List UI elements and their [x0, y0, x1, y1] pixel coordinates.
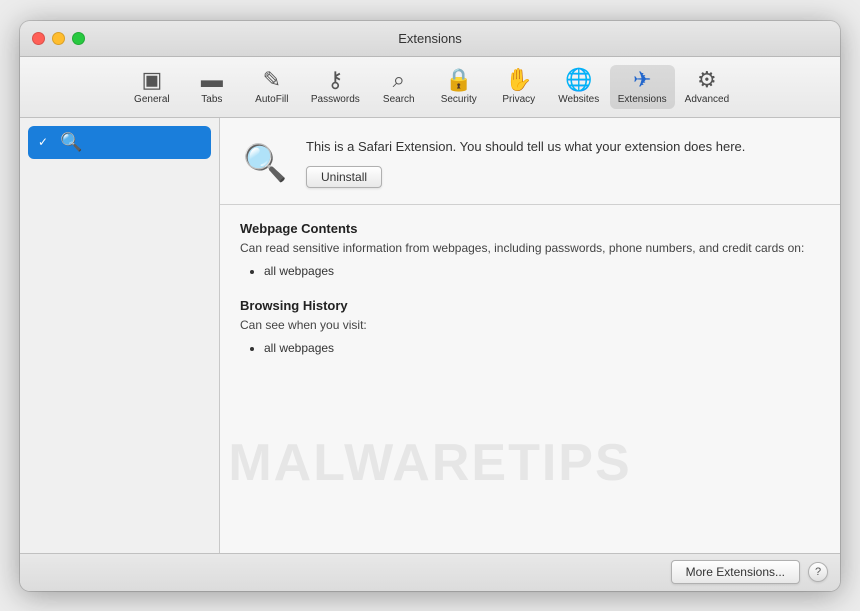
general-icon: ▣: [141, 69, 162, 91]
toolbar-item-tabs[interactable]: ▬ Tabs: [183, 65, 241, 109]
permission-history-title: Browsing History: [240, 298, 820, 313]
toolbar-item-autofill[interactable]: ✎ AutoFill: [243, 65, 301, 109]
toolbar-item-privacy[interactable]: ✋ Privacy: [490, 65, 548, 109]
search-icon: ⌕: [393, 69, 405, 91]
permission-webpage-desc: Can read sensitive information from webp…: [240, 240, 820, 257]
uninstall-button[interactable]: Uninstall: [306, 166, 382, 188]
permission-browsing-history: Browsing History Can see when you visit:…: [240, 298, 820, 359]
detail-panel: 🔍 This is a Safari Extension. You should…: [220, 118, 840, 553]
permission-history-list: all webpages: [240, 339, 820, 358]
main-window: Extensions ▣ General ▬ Tabs ✎ AutoFill ⚷…: [20, 21, 840, 591]
ext-icon-small: 🔍: [60, 132, 82, 153]
websites-icon: 🌐: [565, 69, 592, 91]
privacy-label: Privacy: [502, 94, 535, 105]
general-label: General: [134, 94, 170, 105]
passwords-label: Passwords: [311, 94, 360, 105]
tabs-icon: ▬: [201, 69, 223, 91]
ext-info: This is a Safari Extension. You should t…: [306, 138, 820, 188]
permission-webpage-list: all webpages: [240, 262, 820, 281]
toolbar-item-search[interactable]: ⌕ Search: [370, 65, 428, 109]
help-button[interactable]: ?: [808, 562, 828, 582]
main-content: MALWARETIPS ✓ 🔍 🔍 This is a Safari Exten…: [20, 118, 840, 553]
ext-big-icon: 🔍: [240, 138, 290, 188]
check-icon: ✓: [38, 135, 52, 149]
extension-body: Webpage Contents Can read sensitive info…: [220, 205, 840, 553]
extensions-label: Extensions: [618, 94, 667, 105]
toolbar-item-general[interactable]: ▣ General: [123, 65, 181, 109]
permission-webpage-contents: Webpage Contents Can read sensitive info…: [240, 221, 820, 282]
window-title: Extensions: [398, 31, 462, 46]
advanced-icon: ⚙: [697, 69, 717, 91]
sidebar: ✓ 🔍: [20, 118, 220, 553]
toolbar-item-advanced[interactable]: ⚙ Advanced: [677, 65, 737, 109]
toolbar-item-security[interactable]: 🔒 Security: [430, 65, 488, 109]
ext-description: This is a Safari Extension. You should t…: [306, 138, 820, 156]
minimize-button[interactable]: [52, 32, 65, 45]
extension-header: 🔍 This is a Safari Extension. You should…: [220, 118, 840, 205]
extensions-icon: ✈: [633, 69, 651, 91]
tabs-label: Tabs: [201, 94, 222, 105]
sidebar-item-search-ext[interactable]: ✓ 🔍: [28, 126, 211, 159]
permission-webpage-item-0: all webpages: [264, 262, 820, 281]
close-button[interactable]: [32, 32, 45, 45]
permission-webpage-title: Webpage Contents: [240, 221, 820, 236]
permission-history-desc: Can see when you visit:: [240, 317, 820, 334]
toolbar-item-passwords[interactable]: ⚷ Passwords: [303, 65, 368, 109]
autofill-label: AutoFill: [255, 94, 288, 105]
traffic-lights: [32, 32, 85, 45]
permission-history-item-0: all webpages: [264, 339, 820, 358]
toolbar: ▣ General ▬ Tabs ✎ AutoFill ⚷ Passwords …: [20, 57, 840, 118]
more-extensions-button[interactable]: More Extensions...: [671, 560, 800, 584]
passwords-icon: ⚷: [327, 69, 343, 91]
advanced-label: Advanced: [685, 94, 729, 105]
titlebar: Extensions: [20, 21, 840, 57]
security-icon: 🔒: [445, 69, 472, 91]
search-label: Search: [383, 94, 415, 105]
autofill-icon: ✎: [263, 69, 281, 91]
privacy-icon: ✋: [505, 69, 532, 91]
maximize-button[interactable]: [72, 32, 85, 45]
websites-label: Websites: [558, 94, 599, 105]
toolbar-item-websites[interactable]: 🌐 Websites: [550, 65, 608, 109]
security-label: Security: [441, 94, 477, 105]
bottom-bar: More Extensions... ?: [20, 553, 840, 591]
toolbar-item-extensions[interactable]: ✈ Extensions: [610, 65, 675, 109]
